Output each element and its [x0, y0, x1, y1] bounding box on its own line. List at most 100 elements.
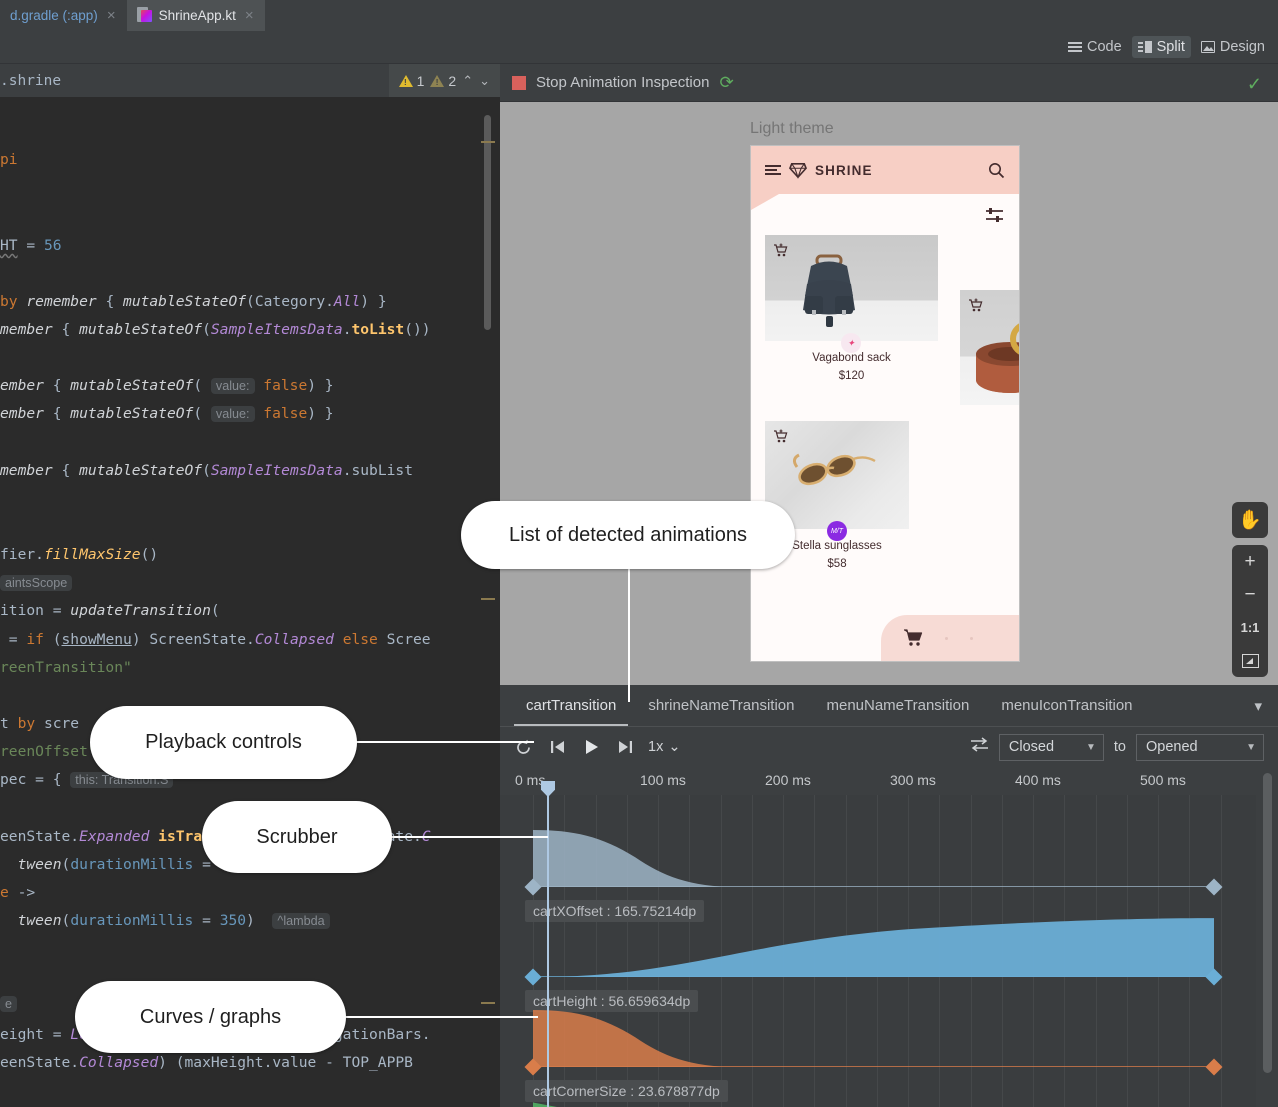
to-state-value: Opened	[1146, 739, 1198, 755]
animation-tab-menuicontransition[interactable]: menuIconTransition	[985, 685, 1148, 726]
fit-screen-icon	[1242, 654, 1259, 668]
tab-label: ShrineApp.kt	[159, 8, 236, 23]
fit-screen-button[interactable]	[1232, 644, 1268, 677]
tune-filter-icon[interactable]	[986, 208, 1003, 223]
playback-speed-selector[interactable]: 1x ⌄	[648, 739, 680, 755]
to-label: to	[1114, 739, 1126, 755]
loop-icon[interactable]	[506, 730, 540, 764]
timeline-ruler[interactable]: 0 ms100 ms200 ms300 ms400 ms500 ms	[500, 767, 1278, 795]
mode-code-button[interactable]: Code	[1062, 36, 1128, 58]
sunglasses-illustration	[789, 445, 885, 501]
add-to-cart-icon[interactable]	[773, 243, 788, 258]
tab-label: cartTransition	[526, 697, 616, 714]
design-surface[interactable]: Light theme SHRINE	[500, 102, 1278, 685]
product-price: $58	[765, 558, 909, 570]
code-line: t by scre	[0, 717, 79, 732]
product-card[interactable]: Whit	[960, 290, 1020, 434]
cart-icon[interactable]	[903, 629, 923, 647]
code-text-area[interactable]: piHT = 56by remember { mutableStateOf(Ca…	[0, 97, 500, 1107]
play-icon[interactable]	[574, 730, 608, 764]
code-line: e ->	[0, 886, 35, 901]
ruler-tick-label: 100 ms	[640, 772, 686, 788]
animation-tab-menunametransition[interactable]: menuNameTransition	[810, 685, 985, 726]
mode-design-button[interactable]: Design	[1195, 36, 1271, 58]
prev-problem-icon[interactable]: ⌃	[462, 73, 473, 89]
cart-placeholder-dot	[970, 637, 973, 640]
tab-label: shrineNameTransition	[648, 697, 794, 714]
preview-pane: Stop Animation Inspection ⟳ ✓ Light them…	[500, 64, 1278, 1107]
product-price: $120	[765, 370, 938, 382]
tab-label: menuIconTransition	[1001, 697, 1132, 714]
callout-leader-line	[342, 1016, 538, 1018]
refresh-icon[interactable]: ⟳	[719, 74, 733, 91]
timeline-scrollbar-thumb[interactable]	[1263, 773, 1272, 1073]
mode-label: Design	[1220, 39, 1265, 55]
product-image	[765, 235, 938, 341]
actual-size-button[interactable]: 1:1	[1232, 611, 1268, 644]
ruler-tick-label: 0 ms	[515, 772, 545, 788]
next-problem-icon[interactable]: ⌄	[479, 73, 490, 89]
preview-device-frame[interactable]: SHRINE	[750, 145, 1020, 662]
scrubber-line[interactable]	[547, 781, 549, 1107]
callout-playback-controls: Playback controls	[90, 706, 357, 779]
callout-text: Curves / graphs	[140, 1006, 281, 1029]
product-card[interactable]: ✦ Vagabond sack $120	[765, 235, 938, 382]
code-line: tween(durationMillis = 350) ^lambda	[0, 914, 330, 929]
chevron-down-icon[interactable]: ▾	[1238, 685, 1278, 726]
code-icon	[1068, 41, 1082, 53]
pan-tool-button[interactable]: ✋	[1232, 502, 1268, 538]
editor-tab-bar: d.gradle (:app) × ShrineApp.kt ×	[0, 0, 1278, 31]
code-line: reenTransition"	[0, 661, 132, 676]
zoom-in-button[interactable]: +	[1232, 545, 1268, 578]
code-line: e	[0, 997, 17, 1012]
callout-leader-line	[388, 836, 548, 838]
mode-split-button[interactable]: Split	[1132, 36, 1191, 58]
add-to-cart-icon[interactable]	[773, 429, 788, 444]
skip-to-end-icon[interactable]	[608, 730, 642, 764]
code-editor-pane: .shrine 1 2 ⌃ ⌄ piHT = 56by remember { m…	[0, 64, 500, 1107]
close-icon[interactable]: ×	[107, 8, 116, 23]
skip-to-start-icon[interactable]	[540, 730, 574, 764]
close-icon[interactable]: ×	[245, 8, 254, 23]
callout-text: Scrubber	[256, 826, 337, 849]
menu-icon[interactable]	[765, 164, 781, 176]
animation-timeline[interactable]: 0 ms100 ms200 ms300 ms400 ms500 ms cartX…	[500, 767, 1278, 1107]
pan-hand-icon: ✋	[1232, 504, 1268, 537]
app-bar-notch	[751, 194, 779, 210]
inspection-widget: 1 2 ⌃ ⌄	[389, 64, 500, 97]
to-state-combo[interactable]: Opened ▼	[1136, 734, 1264, 761]
animation-tab-carttransition[interactable]: cartTransition	[510, 685, 632, 726]
chevron-down-icon: ▼	[1246, 742, 1256, 753]
breadcrumb-bar: .shrine 1 2 ⌃ ⌄	[0, 64, 500, 97]
callout-text: Playback controls	[145, 731, 302, 754]
diamond-logo-icon	[789, 162, 807, 179]
ruler-tick-label: 500 ms	[1140, 772, 1186, 788]
animation-tab-shrinenametransition[interactable]: shrineNameTransition	[632, 685, 810, 726]
from-state-combo[interactable]: Closed ▼	[999, 734, 1104, 761]
tab-shrineapp-kt[interactable]: ShrineApp.kt ×	[127, 0, 265, 31]
warning-count[interactable]: 2	[430, 73, 456, 89]
search-icon[interactable]	[988, 162, 1005, 179]
code-line: by remember { mutableStateOf(Category.Al…	[0, 295, 387, 310]
tab-gradle[interactable]: d.gradle (:app) ×	[0, 0, 127, 31]
code-line: pi	[0, 153, 18, 168]
error-count[interactable]: 1	[399, 73, 425, 89]
timeline-track[interactable]: cartXOffset : 165.75214dpcartHeight : 56…	[500, 795, 1256, 1107]
split-icon	[1138, 41, 1152, 53]
product-name: Whit	[1008, 422, 1020, 434]
zoom-out-button[interactable]: −	[1232, 578, 1268, 611]
stop-animation-inspection-label[interactable]: Stop Animation Inspection	[536, 74, 709, 91]
product-badge: M/T	[827, 521, 847, 541]
stop-icon[interactable]	[512, 76, 526, 90]
editor-mark-stripe	[481, 141, 495, 143]
add-to-cart-icon[interactable]	[968, 298, 983, 313]
breadcrumb[interactable]: .shrine	[0, 73, 61, 89]
error-icon	[399, 75, 413, 87]
editor-mark-stripe	[481, 598, 495, 600]
editor-scrollbar-thumb[interactable]	[484, 115, 491, 330]
code-line: = if (showMenu) ScreenState.Collapsed el…	[0, 633, 431, 648]
product-name: Vagabond sack	[765, 352, 938, 364]
cart-bar[interactable]	[881, 615, 1020, 661]
swap-states-icon[interactable]	[970, 737, 989, 757]
tab-label: d.gradle (:app)	[10, 8, 98, 23]
